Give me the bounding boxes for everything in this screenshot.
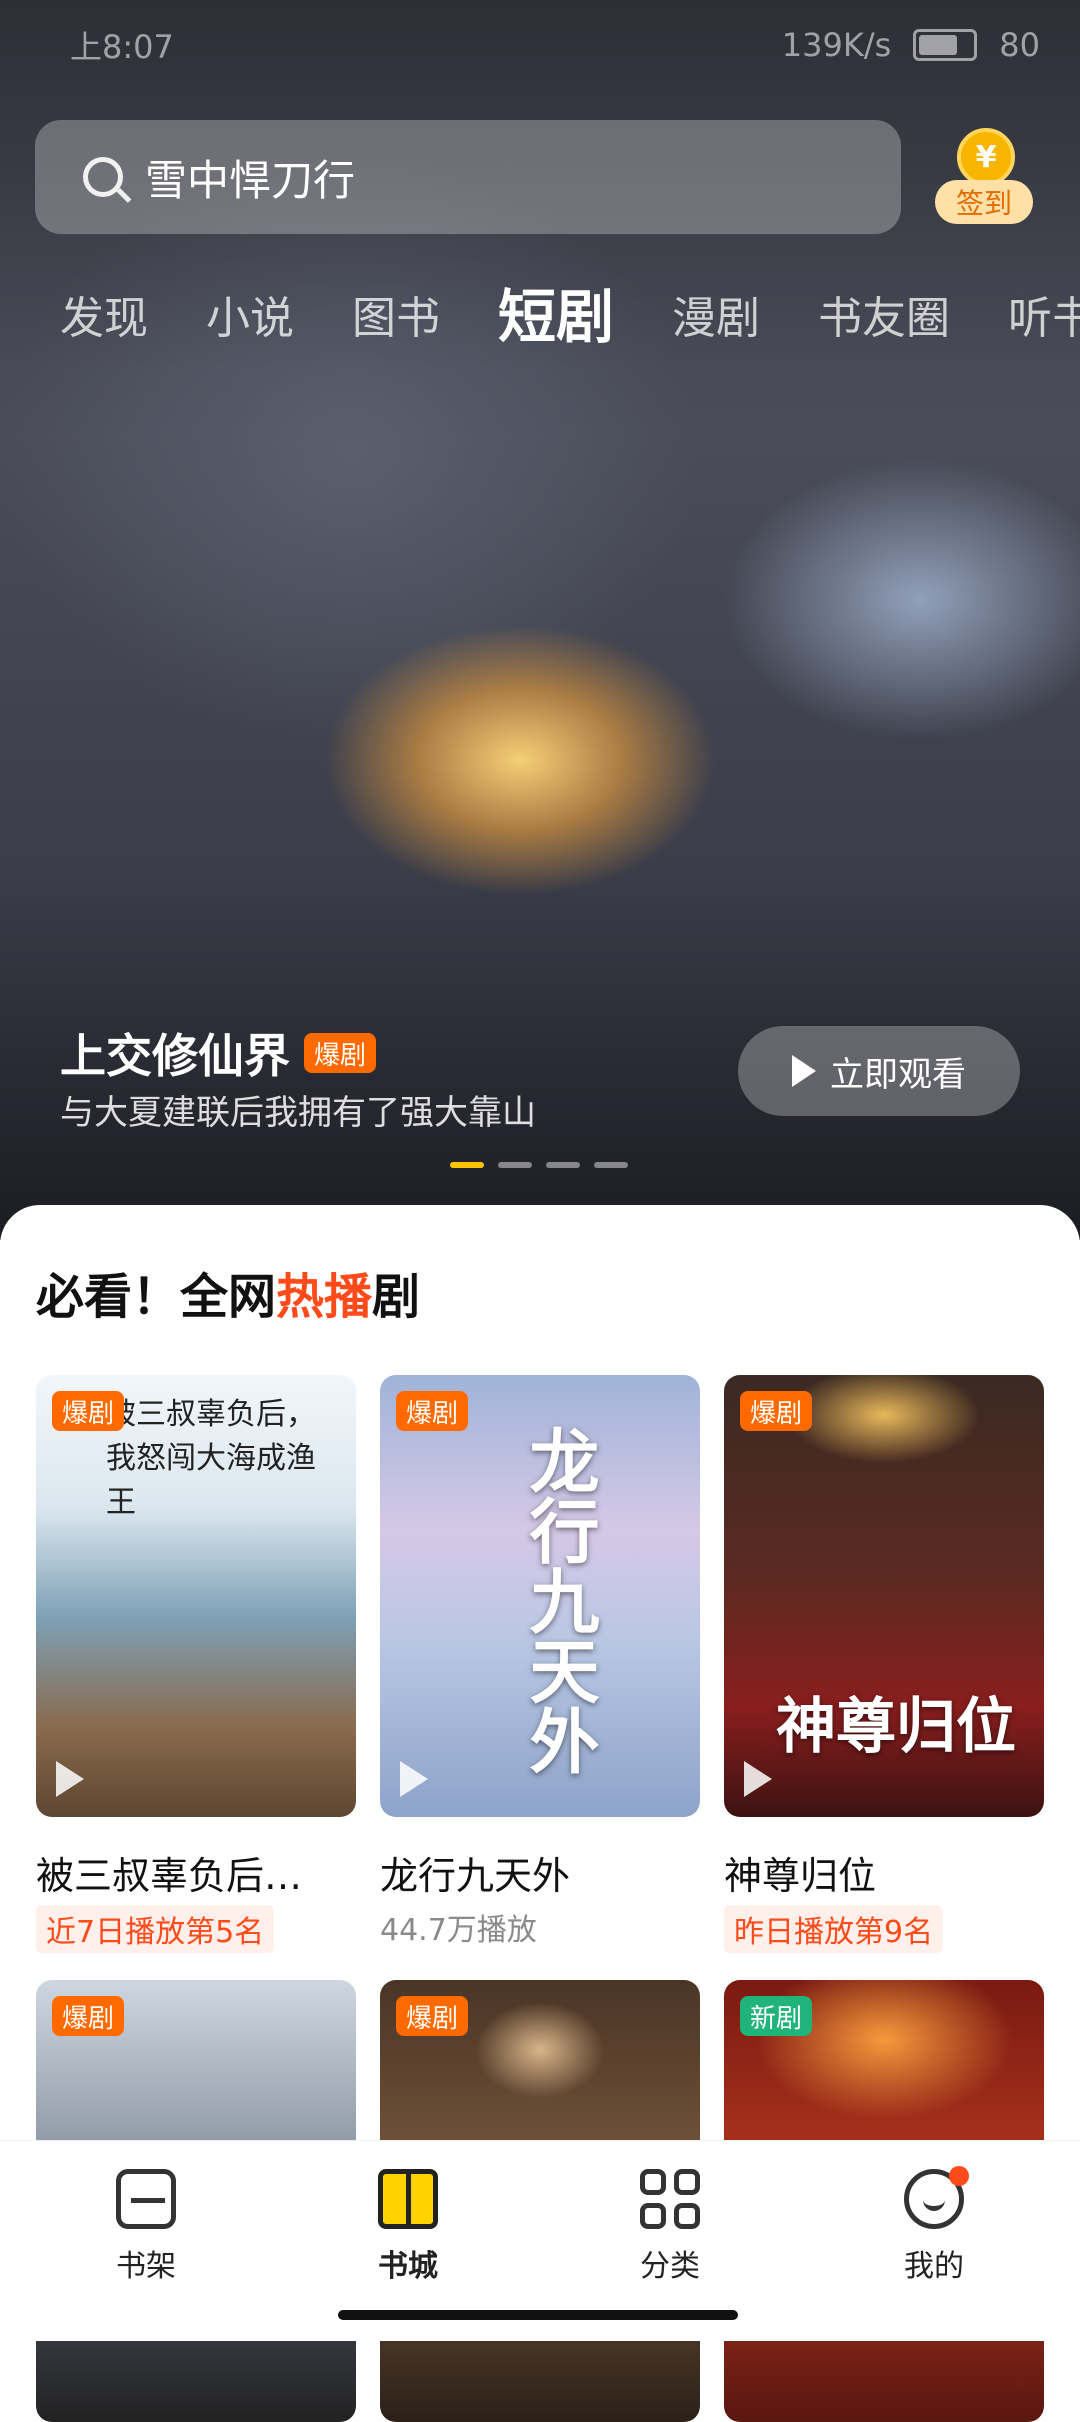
nav-bookshelf[interactable]: 书架 — [76, 2169, 216, 2285]
carousel-indicator — [450, 1162, 628, 1168]
search-bar[interactable]: 雪中悍刀行 — [35, 120, 901, 234]
hero-title: 上交修仙界 — [60, 1029, 290, 1083]
battery-icon — [913, 29, 978, 61]
nav-categories[interactable]: 分类 — [600, 2169, 740, 2285]
nav-label: 我的 — [904, 2249, 964, 2284]
drama-badge: 爆剧 — [52, 1996, 125, 2036]
category-tabs: 发现 小说 图书 短剧 漫剧 书友圈 听书 — [60, 282, 1080, 366]
coin-icon: ¥ — [957, 128, 1015, 186]
checkin-label: 签到 — [935, 180, 1033, 224]
poster-art-text: 龙行九天外 — [518, 1425, 601, 1775]
poster-art-text: 神尊归位 — [776, 1692, 1016, 1762]
section-title-suffix: 剧 — [372, 1269, 421, 1325]
section-title: 必看！全网热播剧 — [36, 1257, 420, 1327]
status-bar: 上8:07 139K/s 80 — [70, 20, 1040, 70]
drama-rank: 近7日播放第5名 — [36, 1905, 275, 1953]
status-time: 上8:07 — [70, 28, 174, 66]
checkin-button[interactable]: ¥ 签到 — [935, 128, 1035, 228]
drama-badge: 爆剧 — [740, 1391, 813, 1431]
search-icon — [83, 157, 123, 197]
watch-now-button[interactable]: 立即观看 — [738, 1026, 1020, 1116]
drama-rank: 昨日播放第9名 — [724, 1905, 944, 1953]
drama-plays: 44.7万播放 — [380, 1913, 537, 1948]
play-icon — [56, 1761, 84, 1797]
open-book-icon — [378, 2169, 438, 2229]
tab-discover[interactable]: 发现 — [60, 282, 148, 366]
drama-title[interactable]: 被三叔辜负后… — [36, 1845, 366, 1900]
section-title-hot: 热播 — [276, 1269, 373, 1325]
search-placeholder: 雪中悍刀行 — [145, 155, 356, 205]
profile-smile-icon — [904, 2166, 969, 2229]
drama-poster[interactable]: 被三叔辜负后，我怒闯大海成渔王 爆剧 — [36, 1375, 356, 1817]
drama-badge: 爆剧 — [396, 1996, 469, 2036]
drama-badge: 新剧 — [740, 1996, 813, 2036]
tab-comic-drama[interactable]: 漫剧 — [672, 282, 760, 366]
hero-title-row: 上交修仙界 爆剧 — [60, 1020, 377, 1086]
tab-books[interactable]: 图书 — [352, 282, 440, 366]
play-icon — [744, 1761, 772, 1797]
notification-dot — [949, 2166, 969, 2186]
hero-badge: 爆剧 — [304, 1033, 377, 1073]
drama-poster[interactable]: 龙行九天外 爆剧 — [380, 1375, 700, 1817]
tab-short-drama[interactable]: 短剧 — [498, 270, 614, 354]
tab-audiobook[interactable]: 听书 — [1008, 282, 1080, 366]
nav-label: 书城 — [378, 2249, 438, 2284]
carousel-dot — [498, 1162, 532, 1168]
poster-art-text: 被三叔辜负后，我怒闯大海成渔王 — [106, 1397, 316, 1520]
tab-book-circle[interactable]: 书友圈 — [818, 282, 950, 366]
carousel-dot — [450, 1162, 484, 1168]
nav-bookstore[interactable]: 书城 — [338, 2169, 478, 2285]
play-icon — [792, 1055, 816, 1087]
tab-novel[interactable]: 小说 — [206, 282, 294, 366]
nav-label: 书架 — [116, 2249, 176, 2284]
nav-profile[interactable]: 我的 — [864, 2166, 1004, 2285]
nav-label: 分类 — [640, 2249, 700, 2284]
home-indicator[interactable] — [338, 2310, 738, 2320]
section-title-prefix: 必看！全网 — [36, 1269, 277, 1325]
drama-title[interactable]: 神尊归位 — [724, 1845, 1054, 1900]
bookshelf-icon — [116, 2169, 176, 2229]
carousel-dot — [546, 1162, 580, 1168]
drama-badge: 爆剧 — [396, 1391, 469, 1431]
drama-title[interactable]: 龙行九天外 — [380, 1845, 710, 1900]
hero-subtitle: 与大夏建联后我拥有了强大靠山 — [60, 1093, 536, 1133]
carousel-dot — [594, 1162, 628, 1168]
drama-poster[interactable]: 神尊归位 爆剧 — [724, 1375, 1044, 1817]
battery-level: 80 — [999, 26, 1040, 64]
play-icon — [400, 1761, 428, 1797]
network-speed: 139K/s — [781, 26, 892, 64]
grid-icon — [640, 2169, 700, 2229]
drama-badge: 爆剧 — [52, 1391, 125, 1431]
watch-now-label: 立即观看 — [830, 1054, 966, 1095]
